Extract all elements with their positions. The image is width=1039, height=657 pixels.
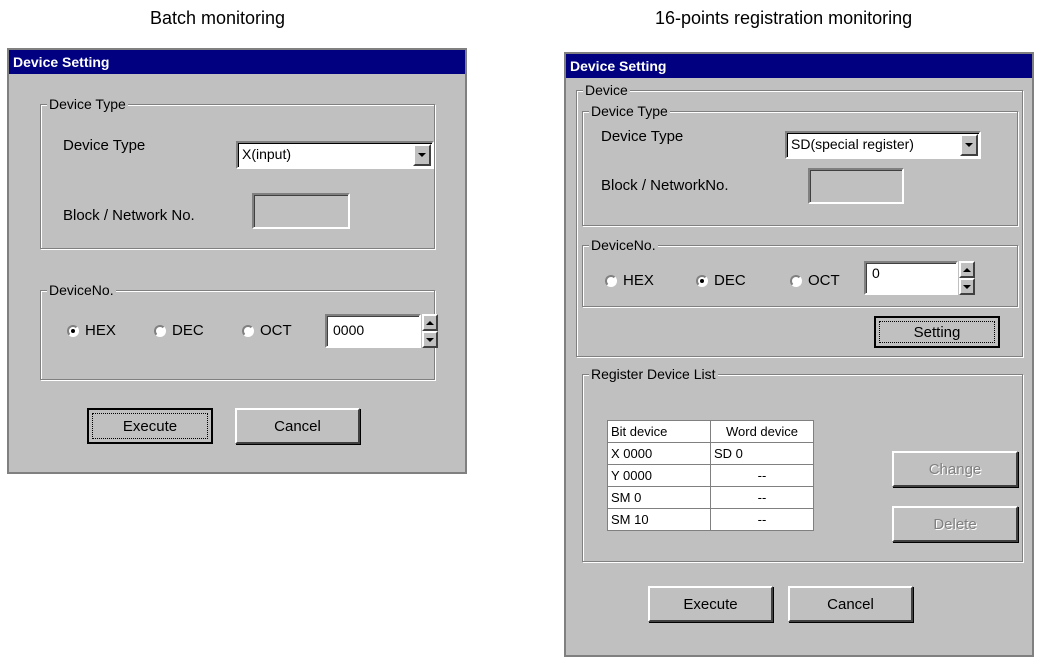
radio-indicator [696, 274, 708, 287]
table-row[interactable]: SM 0 -- [607, 486, 814, 509]
group-legend: Register Device List [589, 365, 718, 383]
table-cell: X 0000 [607, 442, 711, 465]
radio-label: HEX [623, 272, 654, 289]
arrow-up-icon [426, 320, 434, 325]
chevron-down-icon [965, 143, 973, 147]
group-legend: DeviceNo. [47, 281, 116, 299]
radio-dec[interactable]: DEC [696, 272, 746, 289]
spin-up-button[interactable] [422, 314, 438, 331]
button-label: Change [928, 460, 982, 478]
delete-button[interactable]: Delete [892, 506, 1018, 542]
column-header-bit: Bit device [607, 420, 711, 443]
block-network-label: Block / NetworkNo. [601, 177, 729, 194]
combobox-value: X(input) [242, 146, 292, 162]
device-type-label: Device Type [63, 137, 146, 154]
dialog-title: Device Setting [9, 50, 465, 74]
table-cell: -- [710, 508, 814, 531]
cancel-button[interactable]: Cancel [788, 586, 913, 622]
change-button[interactable]: Change [892, 451, 1018, 487]
combobox-value: SD(special register) [791, 136, 914, 152]
cancel-button[interactable]: Cancel [235, 408, 360, 444]
execute-button[interactable]: Execute [648, 586, 773, 622]
radio-indicator [242, 324, 254, 337]
table-cell: -- [710, 464, 814, 487]
radio-indicator [154, 324, 166, 337]
registration-monitoring-caption: 16-points registration monitoring [655, 8, 913, 28]
batch-monitoring-caption: Batch monitoring [150, 8, 286, 28]
spin-down-button[interactable] [959, 278, 975, 295]
button-label: Delete [933, 515, 977, 533]
device-type-combobox[interactable]: X(input) [236, 141, 434, 169]
table-cell: Y 0000 [607, 464, 711, 487]
focus-outline [92, 413, 208, 439]
radio-hex[interactable]: HEX [67, 322, 116, 339]
table-cell: SD 0 [710, 442, 814, 465]
device-type-group: Device Type Device Type X(input) Block /… [40, 95, 435, 249]
radio-indicator [790, 274, 802, 287]
button-label: Cancel [274, 417, 321, 435]
radio-label: OCT [260, 322, 292, 339]
group-legend: DeviceNo. [589, 236, 658, 254]
radio-indicator [605, 274, 617, 287]
device-type-combobox[interactable]: SD(special register) [785, 131, 981, 159]
radio-label: DEC [172, 322, 204, 339]
radio-oct[interactable]: OCT [790, 272, 840, 289]
execute-button[interactable]: Execute [87, 408, 213, 444]
radio-label: HEX [85, 322, 116, 339]
dialog-title: Device Setting [566, 54, 1032, 78]
block-network-field [252, 193, 350, 229]
button-label: Execute [683, 595, 738, 613]
device-no-spinner[interactable] [422, 314, 438, 348]
spin-up-button[interactable] [959, 261, 975, 278]
radio-label: OCT [808, 272, 840, 289]
chevron-down-icon [418, 153, 426, 157]
device-no-input[interactable]: 0000 [325, 314, 421, 348]
register-device-list-group: Register Device List Bit device Word dev… [582, 365, 1023, 562]
table-cell: -- [710, 486, 814, 509]
device-no-group: DeviceNo. HEX DEC OCT 0 [582, 236, 1018, 307]
group-legend: Device Type [589, 102, 670, 120]
dropdown-button[interactable] [960, 134, 978, 156]
button-label: Cancel [827, 595, 874, 613]
arrow-down-icon [963, 284, 971, 289]
group-legend: Device [583, 81, 630, 99]
table-cell: SM 10 [607, 508, 711, 531]
table-row[interactable]: Y 0000 -- [607, 464, 814, 487]
device-no-group: DeviceNo. HEX DEC OCT 0000 [40, 281, 438, 380]
table-cell: SM 0 [607, 486, 711, 509]
device-no-input[interactable]: 0 [864, 261, 958, 295]
setting-button[interactable]: Setting [874, 316, 1000, 348]
block-network-field [808, 168, 904, 204]
device-type-label: Device Type [601, 128, 684, 145]
table-row[interactable]: SM 10 -- [607, 508, 814, 531]
left-device-setting-dialog: Device Setting Device Type Device Type X… [7, 48, 467, 474]
register-device-table: Bit device Word device X 0000 SD 0 Y 000… [607, 420, 814, 531]
radio-dec[interactable]: DEC [154, 322, 204, 339]
focus-outline [879, 321, 995, 343]
spin-down-button[interactable] [422, 331, 438, 348]
dropdown-button[interactable] [413, 144, 431, 166]
group-legend: Device Type [47, 95, 128, 113]
table-header-row: Bit device Word device [607, 420, 814, 443]
radio-indicator [67, 324, 79, 337]
arrow-down-icon [426, 337, 434, 342]
right-device-setting-dialog: Device Setting Device Device Type Device… [564, 52, 1034, 657]
column-header-word: Word device [710, 420, 814, 443]
radio-label: DEC [714, 272, 746, 289]
arrow-up-icon [963, 267, 971, 272]
table-row[interactable]: X 0000 SD 0 [607, 442, 814, 465]
device-no-spinner[interactable] [959, 261, 975, 295]
device-group: Device Device Type Device Type SD(specia… [576, 81, 1023, 357]
device-type-group: Device Type Device Type SD(special regis… [582, 102, 1018, 226]
radio-oct[interactable]: OCT [242, 322, 292, 339]
block-network-label: Block / Network No. [63, 207, 195, 224]
radio-hex[interactable]: HEX [605, 272, 654, 289]
